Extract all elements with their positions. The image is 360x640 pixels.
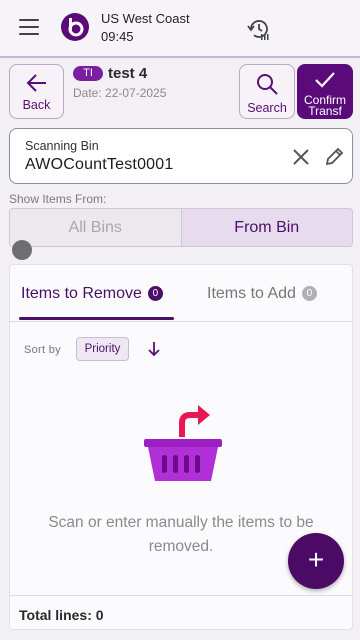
tab-items-to-remove-label: Items to Remove bbox=[21, 285, 142, 302]
menu-icon[interactable] bbox=[19, 19, 39, 35]
search-button-label: Search bbox=[247, 101, 287, 115]
clock-time: 09:45 bbox=[101, 29, 134, 44]
scanning-bin-value[interactable]: AWOCountTest0001 bbox=[25, 156, 173, 174]
document-type-badge: TI bbox=[73, 66, 103, 81]
tab-items-to-remove-count: 0 bbox=[147, 286, 163, 301]
card-footer: Total lines: 0 bbox=[10, 595, 352, 629]
pencil-icon[interactable] bbox=[323, 146, 345, 168]
total-lines: Total lines: 0 bbox=[19, 607, 104, 623]
add-item-button[interactable]: + bbox=[288, 533, 344, 589]
tab-items-to-add[interactable]: Items to Add 0 bbox=[207, 285, 317, 303]
show-items-segmented-control: All Bins From Bin bbox=[9, 208, 353, 247]
segment-all-bins[interactable]: All Bins bbox=[10, 209, 182, 246]
document-title: test 4 bbox=[108, 65, 148, 82]
active-tab-indicator bbox=[19, 317, 174, 320]
history-icon[interactable] bbox=[246, 16, 272, 42]
sort-label: Sort by bbox=[24, 344, 61, 356]
confirm-button-label: Confirm Transf bbox=[303, 93, 346, 118]
basket-remove-illustration-icon bbox=[144, 405, 222, 481]
back-button-label: Back bbox=[22, 98, 51, 112]
document-date: Date: 22-07-2025 bbox=[73, 86, 167, 100]
show-items-label: Show Items From: bbox=[9, 192, 107, 206]
empty-state-message: Scan or enter manually the items to be r… bbox=[48, 514, 314, 555]
scanning-bin-label: Scanning Bin bbox=[25, 139, 99, 153]
tab-items-to-remove[interactable]: Items to Remove 0 bbox=[21, 285, 163, 303]
back-button[interactable]: Back bbox=[9, 64, 64, 119]
checkmark-icon bbox=[315, 72, 335, 88]
items-tabs: Items to Remove 0 Items to Add 0 bbox=[10, 265, 352, 322]
search-icon bbox=[257, 74, 278, 95]
sort-field-chip[interactable]: Priority bbox=[76, 337, 129, 361]
tab-items-to-add-count: 0 bbox=[301, 286, 317, 301]
segment-from-bin[interactable]: From Bin bbox=[181, 209, 352, 246]
app-logo-icon bbox=[61, 13, 89, 41]
sort-descending-icon[interactable] bbox=[146, 340, 162, 358]
close-icon[interactable] bbox=[291, 147, 311, 167]
arrow-left-icon bbox=[26, 74, 46, 92]
tab-items-to-add-label: Items to Add bbox=[207, 285, 296, 302]
search-button[interactable]: Search bbox=[239, 64, 295, 119]
app-top-bar: US West Coast 09:45 bbox=[0, 0, 360, 58]
confirm-transfer-button[interactable]: Confirm Transf bbox=[297, 64, 353, 119]
scanning-bin-field[interactable]: Scanning Bin AWOCountTest0001 bbox=[9, 128, 353, 184]
region-name: US West Coast bbox=[101, 11, 190, 26]
drag-handle[interactable] bbox=[12, 240, 32, 260]
